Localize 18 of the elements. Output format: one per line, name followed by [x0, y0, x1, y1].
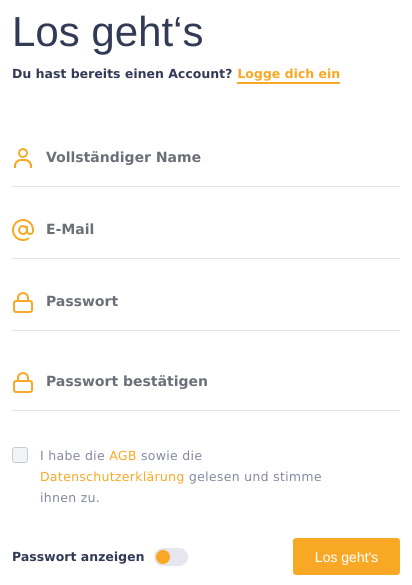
person-icon [12, 147, 34, 169]
login-link[interactable]: Logge dich ein [237, 66, 340, 84]
submit-button[interactable]: Los geht's [293, 538, 400, 575]
terms-link[interactable]: AGB [109, 448, 137, 463]
input-field[interactable]: Vollständiger Name [46, 150, 400, 166]
terms-text: I habe die AGB sowie die Datenschutzerklärung gelesen und stimme ihnen zu. [40, 447, 323, 507]
input-field[interactable]: E-Mail [46, 222, 400, 238]
checkbox[interactable] [12, 447, 28, 463]
toggle-switch[interactable] [154, 548, 188, 566]
input-field[interactable]: Passwort bestätigen [46, 374, 400, 390]
lock-icon [12, 291, 34, 313]
input-field[interactable]: Passwort [46, 294, 400, 310]
toggle-label: Passwort anzeigen [12, 549, 144, 564]
login-prompt: Du hast bereits einen Account? [12, 66, 232, 83]
page-title: Los geht‘s [12, 8, 204, 56]
lock-icon [12, 371, 34, 393]
terms-link[interactable]: Datenschutzerklärung [40, 469, 185, 484]
at-icon [12, 219, 34, 241]
